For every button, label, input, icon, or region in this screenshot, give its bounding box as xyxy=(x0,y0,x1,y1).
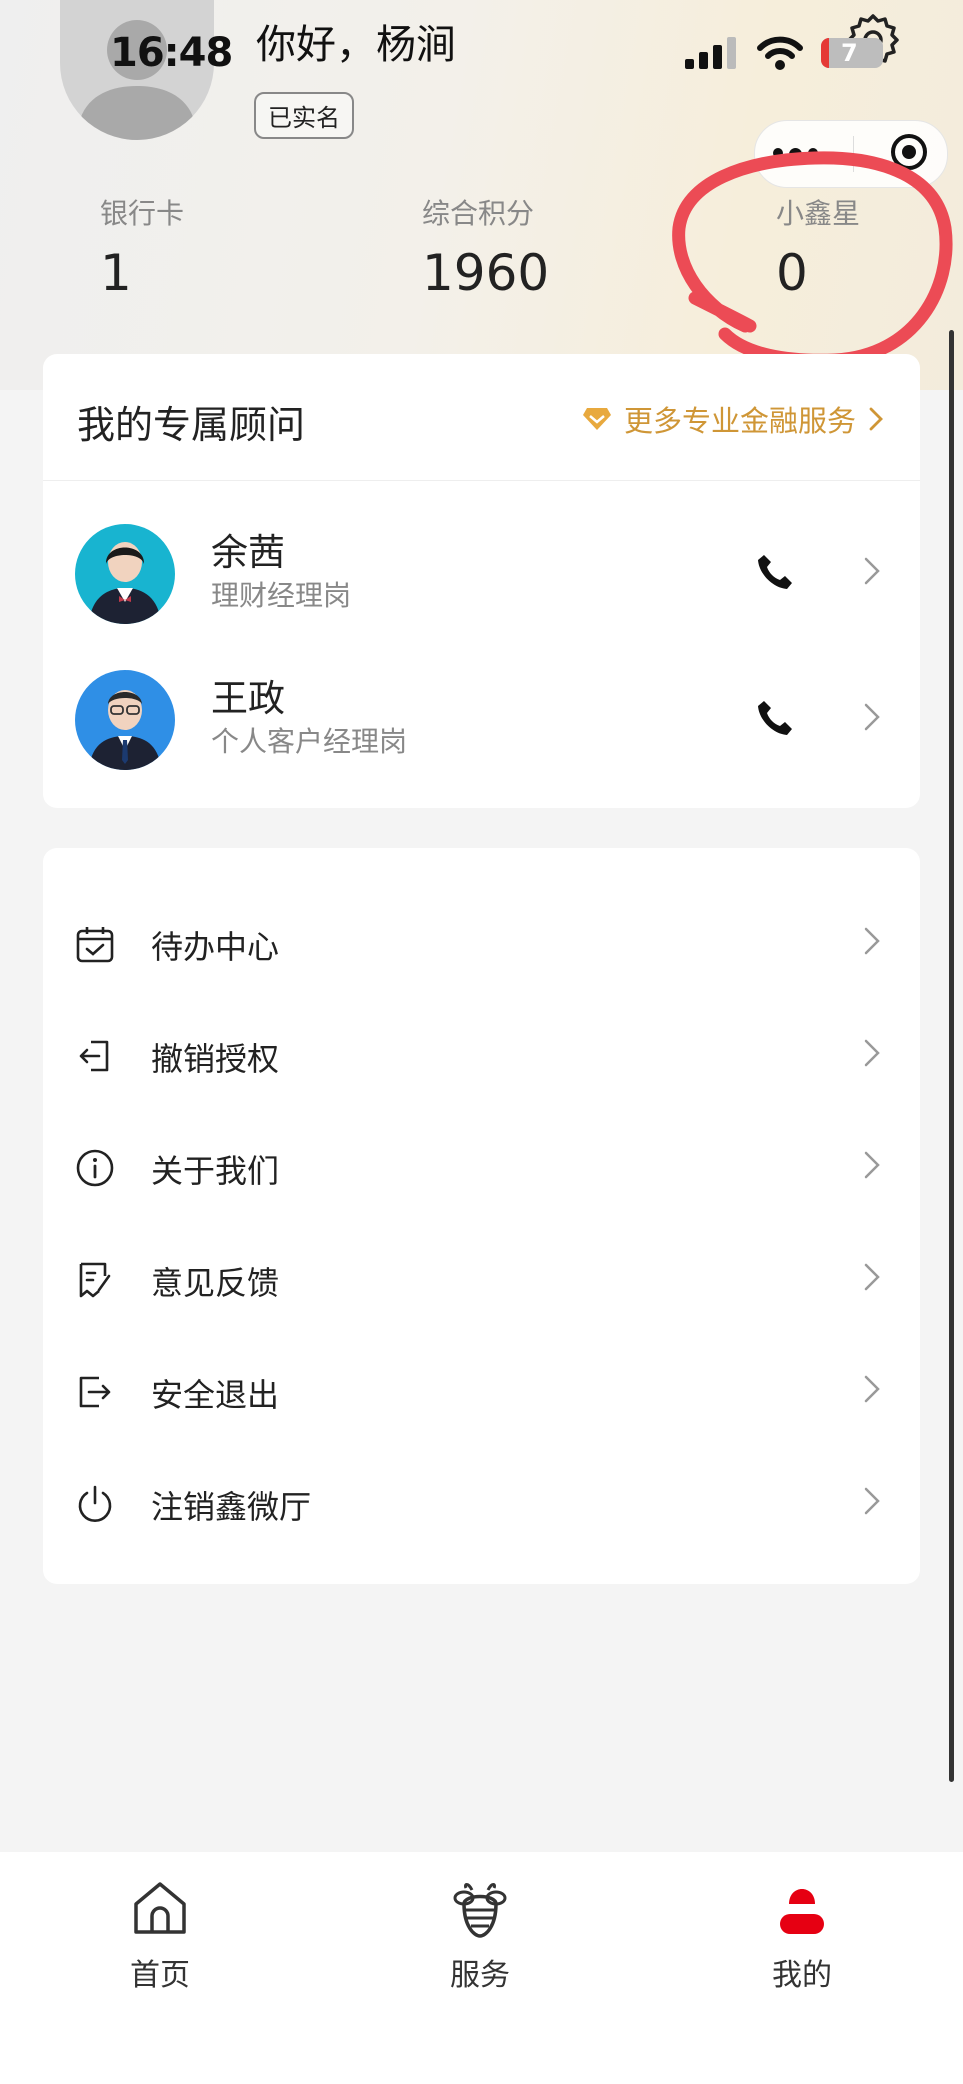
menu-item-feedback[interactable]: 意见反馈 xyxy=(43,1224,920,1336)
stat-points[interactable]: 综合积分 1960 xyxy=(422,192,549,302)
chevron-right-icon xyxy=(864,927,880,955)
home-icon xyxy=(134,1882,186,1934)
stat-value: 1960 xyxy=(422,244,550,302)
chevron-right-icon xyxy=(864,1375,880,1403)
advisor-avatar xyxy=(75,524,175,624)
revoke-icon xyxy=(79,1040,109,1072)
stat-value: 1 xyxy=(100,244,132,302)
annotation-circle xyxy=(672,151,953,367)
menu-item-todo[interactable]: 待办中心 xyxy=(43,888,920,1000)
battery-level: 7 xyxy=(841,39,858,67)
advisor-role: 理财经理岗 xyxy=(211,579,352,612)
wifi-icon xyxy=(757,36,803,70)
advisor-card: 我的专属顾问 更多专业金融服务 余茜 理财经理岗 王政 个人客户经理岗 xyxy=(43,354,920,808)
phone-icon[interactable] xyxy=(755,552,795,592)
menu-item-label: 注销鑫微厅 xyxy=(151,1488,312,1526)
advisor-row[interactable]: 余茜 理财经理岗 xyxy=(43,510,920,630)
advisor-name: 王政 xyxy=(211,677,285,720)
status-time: 16:48 xyxy=(110,30,233,76)
diamond-icon xyxy=(582,408,611,430)
card-divider xyxy=(43,480,920,481)
verified-badge: 已实名 xyxy=(254,92,354,139)
advisor-row[interactable]: 王政 个人客户经理岗 xyxy=(43,656,920,776)
phone-icon[interactable] xyxy=(755,698,795,738)
tab-services[interactable]: 服务 xyxy=(420,1878,540,1994)
logout-icon xyxy=(79,1376,111,1408)
chevron-right-icon xyxy=(864,703,880,731)
tab-mine[interactable]: 我的 xyxy=(742,1878,862,1994)
menu-item-about[interactable]: 关于我们 xyxy=(43,1112,920,1224)
menu-item-label: 安全退出 xyxy=(151,1376,280,1414)
menu-item-logout[interactable]: 安全退出 xyxy=(43,1336,920,1448)
info-icon xyxy=(76,1149,114,1187)
chevron-right-icon xyxy=(864,557,880,585)
menu-item-deregister[interactable]: 注销鑫微厅 xyxy=(43,1448,920,1560)
status-icons: 7 xyxy=(685,36,883,70)
menu-item-revoke[interactable]: 撤销授权 xyxy=(43,1000,920,1112)
scrollbar[interactable] xyxy=(949,330,954,1782)
chevron-right-icon xyxy=(864,1039,880,1067)
tab-bar: 首页 服务 我的 xyxy=(0,1852,963,2084)
tab-home[interactable]: 首页 xyxy=(100,1878,220,1994)
advisor-avatar xyxy=(75,670,175,770)
advisor-role: 个人客户经理岗 xyxy=(211,725,408,758)
chevron-right-icon xyxy=(864,1487,880,1515)
tab-label: 我的 xyxy=(772,1958,832,1993)
signal-icon xyxy=(685,37,736,69)
chevron-right-icon xyxy=(864,1263,880,1291)
bee-icon xyxy=(453,1883,507,1938)
menu-item-label: 待办中心 xyxy=(151,928,280,966)
feedback-icon xyxy=(79,1262,111,1298)
chevron-right-icon xyxy=(864,1151,880,1179)
tab-label: 首页 xyxy=(130,1958,190,1993)
advisor-name: 余茜 xyxy=(211,531,285,574)
power-icon xyxy=(78,1485,112,1522)
more-services-label: 更多专业金融服务 xyxy=(623,404,856,438)
advisor-card-title: 我的专属顾问 xyxy=(77,403,306,447)
chevron-right-icon xyxy=(869,407,883,431)
profile-icon xyxy=(780,1889,824,1934)
stat-label: 综合积分 xyxy=(422,197,535,230)
stat-label: 银行卡 xyxy=(100,197,185,230)
battery-icon: 7 xyxy=(821,38,883,68)
more-services-link[interactable]: 更多专业金融服务 xyxy=(582,398,884,440)
menu-item-label: 意见反馈 xyxy=(151,1264,280,1302)
menu-card: 待办中心 撤销授权 关于我们 意见反馈 安全退出 注销鑫微厅 xyxy=(43,848,920,1584)
greeting-text: 你好，杨涧 xyxy=(256,22,456,68)
tab-label: 服务 xyxy=(450,1958,510,1993)
calendar-check-icon xyxy=(76,927,114,963)
menu-item-label: 撤销授权 xyxy=(151,1040,280,1078)
stat-bank-card[interactable]: 银行卡 1 xyxy=(100,192,184,302)
menu-item-label: 关于我们 xyxy=(151,1152,280,1190)
